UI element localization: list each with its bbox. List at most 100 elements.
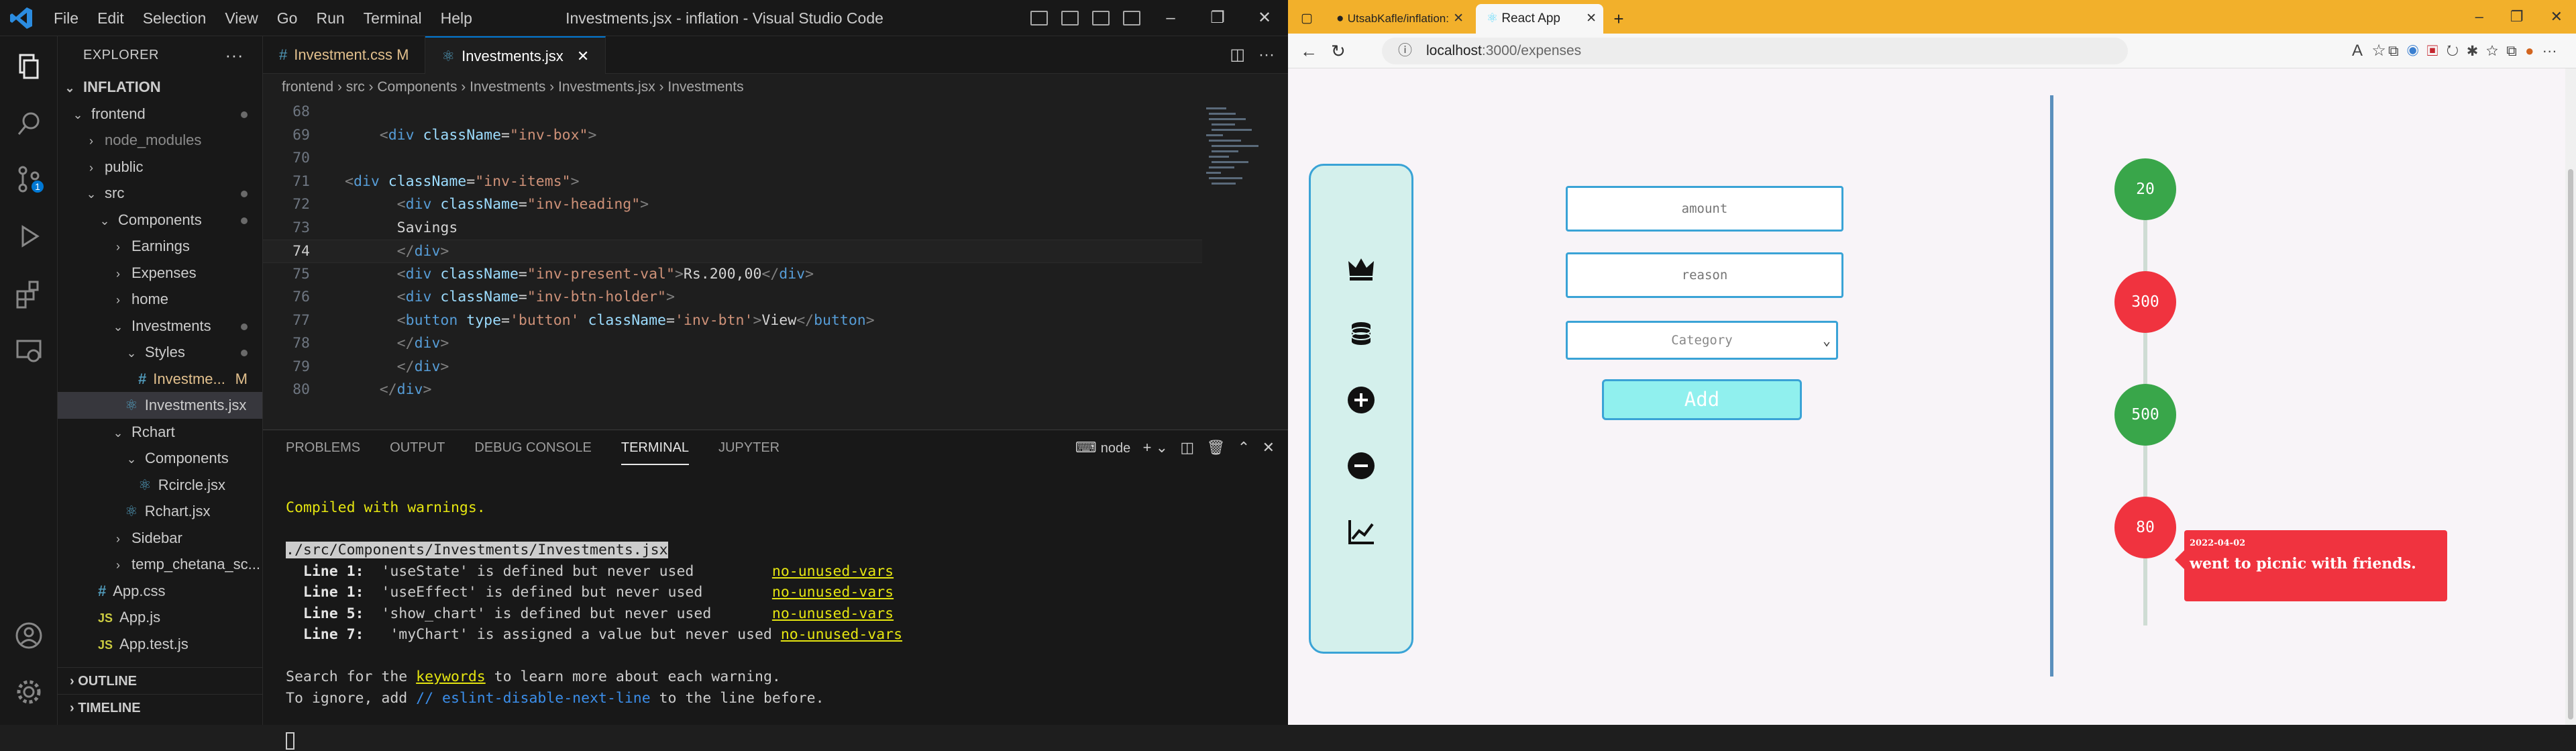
browser-tab-github[interactable]: ● UtsabKafle/inflation: Personal fi...✕ bbox=[1326, 4, 1470, 34]
crown-icon[interactable] bbox=[1346, 253, 1377, 284]
add-button[interactable]: Add bbox=[1602, 379, 1802, 420]
refresh-extension-icon[interactable]: ↻ bbox=[2447, 42, 2459, 59]
tree-item[interactable]: › public bbox=[58, 154, 262, 181]
tree-item[interactable]: › Expenses bbox=[58, 260, 262, 287]
panel-tab-output[interactable]: OUTPUT bbox=[390, 430, 445, 465]
split-editor-icon[interactable]: ◫ bbox=[1230, 46, 1245, 64]
timeline-node[interactable]: 500 bbox=[2114, 384, 2176, 446]
amount-input[interactable] bbox=[1566, 186, 1843, 232]
settings-gear-icon[interactable] bbox=[13, 677, 44, 707]
back-button[interactable]: ← bbox=[1300, 34, 1318, 68]
tree-item[interactable]: JS App.test.js bbox=[58, 631, 262, 658]
customize-layout-icon[interactable] bbox=[1123, 11, 1140, 26]
reason-input[interactable] bbox=[1566, 252, 1843, 298]
tab-investments-jsx[interactable]: ⚛ Investments.jsx ✕ bbox=[425, 36, 606, 74]
minimize-button[interactable]: – bbox=[2462, 8, 2497, 25]
terminal-shell-label[interactable]: node bbox=[1101, 441, 1131, 456]
panel-tab-problems[interactable]: PROBLEMS bbox=[286, 430, 360, 465]
code-line[interactable]: 80 </div> bbox=[263, 379, 1202, 402]
timeline-node[interactable]: 20 bbox=[2114, 158, 2176, 220]
code-line[interactable]: 71 <div className="inv-items"> bbox=[263, 170, 1202, 194]
tree-item[interactable]: › temp_chetana_sc... bbox=[58, 551, 262, 578]
new-terminal-icon[interactable]: + bbox=[1143, 439, 1152, 456]
timeline-section[interactable]: › TIMELINE bbox=[58, 694, 263, 721]
code-line[interactable]: 78 </div> bbox=[263, 332, 1202, 356]
tree-item[interactable]: ⌄ Styles bbox=[58, 339, 262, 366]
favorite-star-icon[interactable]: ☆ bbox=[2371, 42, 2386, 60]
tree-item[interactable]: # Investme... M bbox=[58, 366, 262, 393]
tree-item[interactable]: ⌄ Components bbox=[58, 445, 262, 472]
tree-item[interactable]: ⌄ frontend bbox=[58, 101, 262, 128]
maximize-panel-icon[interactable]: ⌃ bbox=[1238, 439, 1250, 456]
code-line[interactable]: 72 <div className="inv-heading"> bbox=[263, 193, 1202, 217]
more-menu-icon[interactable]: ··· bbox=[2542, 42, 2557, 59]
menu-edit[interactable]: Edit bbox=[88, 0, 133, 36]
code-editor[interactable]: 68 69 <div className="inv-box"> 70 71 <div c… bbox=[263, 101, 1202, 430]
extension-icon[interactable]: ◉ bbox=[2407, 42, 2418, 59]
menu-help[interactable]: Help bbox=[431, 0, 482, 36]
panel-tab-terminal[interactable]: TERMINAL bbox=[621, 430, 689, 465]
panel-tab-jupyter[interactable]: JUPYTER bbox=[718, 430, 780, 465]
tree-item[interactable]: JS App.js bbox=[58, 604, 262, 631]
tree-item[interactable]: ⌄ Investments bbox=[58, 313, 262, 340]
more-actions-icon[interactable]: ··· bbox=[225, 36, 244, 74]
restore-button[interactable]: ❐ bbox=[2497, 8, 2537, 25]
scroll-thumb[interactable] bbox=[2568, 169, 2573, 719]
tree-item[interactable]: ⚛ Rcircle.jsx bbox=[58, 472, 262, 499]
maximize-button[interactable]: ❐ bbox=[1194, 0, 1241, 36]
collections-icon[interactable]: ⧉ bbox=[2506, 42, 2517, 59]
profile-avatar[interactable]: ● bbox=[2525, 42, 2534, 59]
code-line[interactable]: 70 bbox=[263, 147, 1202, 170]
coins-icon[interactable] bbox=[1346, 319, 1377, 350]
puzzle-icon[interactable]: ✱ bbox=[2467, 42, 2477, 59]
tree-item[interactable]: ⚛ Investments.jsx bbox=[58, 392, 262, 419]
timeline-node[interactable]: 80 bbox=[2114, 497, 2176, 558]
browser-tab-react-app[interactable]: ⚛ React App ✕ bbox=[1476, 4, 1603, 34]
outline-section[interactable]: › OUTLINE bbox=[58, 667, 263, 694]
menu-selection[interactable]: Selection bbox=[133, 0, 216, 36]
toggle-secondary-sidebar-icon[interactable] bbox=[1092, 11, 1110, 26]
tab-investment-css[interactable]: # Investment.css M bbox=[263, 36, 426, 74]
close-tab-icon[interactable]: ✕ bbox=[1586, 4, 1597, 34]
extension-icon[interactable]: ▣ bbox=[2427, 42, 2438, 59]
menu-view[interactable]: View bbox=[215, 0, 267, 36]
account-icon[interactable] bbox=[13, 620, 44, 651]
timeline-node[interactable]: 300 bbox=[2114, 271, 2176, 333]
minimize-button[interactable]: – bbox=[1147, 0, 1194, 36]
split-terminal-icon[interactable]: ◫ bbox=[1180, 439, 1194, 456]
source-control-icon[interactable]: 1 bbox=[13, 164, 44, 195]
breadcrumb[interactable]: frontend › src › Components › Investment… bbox=[263, 74, 744, 101]
extensions-icon[interactable] bbox=[13, 279, 44, 310]
close-tab-icon[interactable]: ✕ bbox=[577, 48, 589, 64]
read-aloud-icon[interactable]: A bbox=[2352, 42, 2363, 60]
run-debug-icon[interactable] bbox=[13, 221, 44, 252]
code-line[interactable]: 68 bbox=[263, 101, 1202, 124]
url-field[interactable]: ⓘ localhost:3000/expenses bbox=[1382, 38, 2128, 64]
tree-item[interactable]: › node_modules bbox=[58, 127, 262, 154]
tree-item[interactable]: › Sidebar bbox=[58, 525, 262, 552]
category-select[interactable]: Category ⌄ bbox=[1566, 321, 1838, 360]
minimap[interactable] bbox=[1199, 101, 1273, 235]
code-line[interactable]: 69 <div className="inv-box"> bbox=[263, 124, 1202, 148]
menu-go[interactable]: Go bbox=[268, 0, 307, 36]
tree-item[interactable]: ⌄ Rchart bbox=[58, 419, 262, 446]
tab-actions-icon[interactable]: ▢ bbox=[1293, 4, 1320, 34]
chevron-down-icon[interactable]: ⌄ bbox=[1156, 439, 1168, 456]
toggle-panel-icon[interactable] bbox=[1061, 11, 1079, 26]
tree-item[interactable]: ⌄ src bbox=[58, 180, 262, 207]
tree-item[interactable]: ⌄ Components bbox=[58, 207, 262, 234]
explorer-icon[interactable] bbox=[13, 51, 44, 82]
new-tab-button[interactable]: + bbox=[1609, 4, 1629, 34]
add-circle-icon[interactable] bbox=[1346, 385, 1377, 415]
panel-tab-debug-console[interactable]: DEBUG CONSOLE bbox=[474, 430, 591, 465]
menu-terminal[interactable]: Terminal bbox=[354, 0, 431, 36]
page-scrollbar[interactable] bbox=[2565, 68, 2576, 725]
remove-circle-icon[interactable] bbox=[1346, 450, 1377, 481]
close-window-button[interactable]: ✕ bbox=[1241, 0, 1288, 36]
close-window-button[interactable]: ✕ bbox=[2537, 8, 2576, 25]
tree-item[interactable]: › home bbox=[58, 286, 262, 313]
refresh-button[interactable]: ↻ bbox=[1331, 34, 1346, 68]
toggle-primary-sidebar-icon[interactable] bbox=[1030, 11, 1048, 26]
line-chart-icon[interactable] bbox=[1346, 516, 1377, 547]
close-panel-icon[interactable]: ✕ bbox=[1263, 439, 1275, 456]
